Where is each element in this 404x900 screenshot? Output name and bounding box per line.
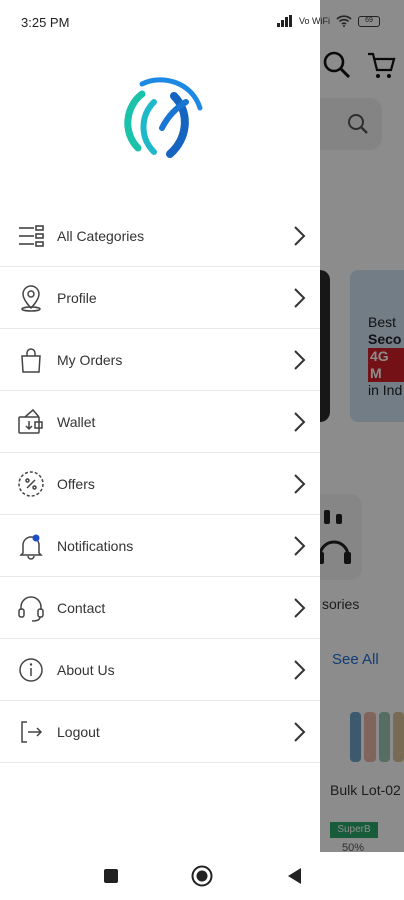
wallet-icon (17, 408, 45, 436)
menu-label: Offers (57, 475, 95, 492)
chevron-right-icon (294, 474, 306, 494)
menu-label: About Us (57, 661, 115, 678)
menu-label: Logout (57, 723, 100, 740)
shopping-bag-icon (17, 346, 45, 374)
logout-icon (17, 718, 45, 746)
status-bar: 3:25 PM Vo WiFi 69 (0, 0, 404, 44)
categories-icon (17, 222, 45, 250)
battery-icon: 69 (358, 15, 380, 27)
status-time: 3:25 PM (21, 15, 70, 30)
back-triangle-icon (288, 868, 301, 884)
menu-item-all-categories[interactable]: All Categories (0, 205, 320, 267)
chevron-right-icon (294, 288, 306, 308)
menu-label: Contact (57, 599, 106, 616)
chevron-right-icon (294, 226, 306, 246)
chevron-right-icon (294, 412, 306, 432)
status-icons: Vo WiFi 69 (276, 15, 380, 27)
chevron-right-icon (294, 350, 306, 370)
offers-icon (17, 470, 45, 498)
menu-item-offers[interactable]: Offers (0, 453, 320, 515)
system-nav-bar (0, 852, 404, 900)
wifi-icon (336, 15, 352, 27)
battery-level: 69 (365, 16, 373, 24)
menu-item-about-us[interactable]: About Us (0, 639, 320, 701)
menu-item-contact[interactable]: Contact (0, 577, 320, 639)
menu-label: All Categories (57, 227, 145, 244)
menu-item-logout[interactable]: Logout (0, 701, 320, 763)
square-icon (104, 869, 118, 883)
chevron-right-icon (294, 536, 306, 556)
menu-item-profile[interactable]: Profile (0, 267, 320, 329)
profile-icon (17, 284, 45, 312)
home-button[interactable] (190, 864, 214, 888)
home-circle-icon (191, 865, 213, 887)
recent-apps-button[interactable] (99, 864, 123, 888)
menu-item-wallet[interactable]: Wallet (0, 391, 320, 453)
bell-icon (17, 532, 45, 560)
chevron-right-icon (294, 598, 306, 618)
network-label: Vo WiFi (298, 16, 330, 26)
chevron-right-icon (294, 722, 306, 742)
menu-label: Wallet (57, 413, 96, 430)
info-icon (17, 656, 45, 684)
back-button[interactable] (282, 864, 306, 888)
chevron-right-icon (294, 660, 306, 680)
headset-icon (17, 594, 45, 622)
menu-item-my-orders[interactable]: My Orders (0, 329, 320, 391)
signal-icon (276, 15, 292, 27)
app-logo (124, 77, 203, 158)
menu-item-notifications[interactable]: Notifications (0, 515, 320, 577)
menu-label: My Orders (57, 351, 123, 368)
navigation-drawer: All Categories Profile My Orders Wallet (0, 0, 320, 852)
menu-label: Profile (57, 289, 97, 306)
menu-label: Notifications (57, 537, 134, 554)
drawer-menu: All Categories Profile My Orders Wallet (0, 205, 320, 763)
